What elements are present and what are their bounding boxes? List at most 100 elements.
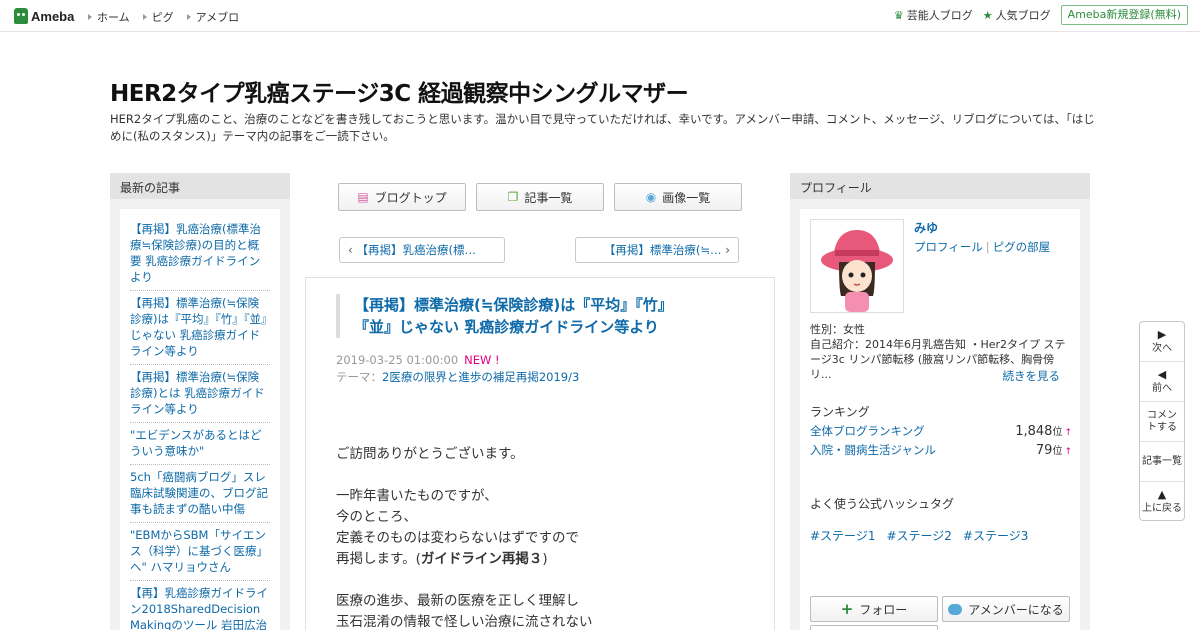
star-icon: ★ [982,8,993,22]
image-list-label: 画像一覧 [662,190,711,205]
body-paragraph: 一昨年書いたものですが、 今のところ、 定義そのものは変わらないはずですので 再… [336,486,736,570]
celebrity-blog-label: 芸能人ブログ [906,9,973,22]
nav-home[interactable]: ホーム [88,9,130,25]
rank-up-icon: ↑ [1064,428,1072,438]
back-to-top-button[interactable]: ▲ 上に戻る [1140,482,1184,522]
nav-ameblo-label: アメブロ [195,11,240,24]
prev-button[interactable]: ◀ 前へ [1140,362,1184,402]
hashtag-link[interactable]: #ステージ2 [886,527,951,544]
global-nav: ホーム ピグ アメブロ [88,9,252,25]
profile-heading: プロフィール [790,173,1090,199]
celebrity-blog-link[interactable]: ♛ 芸能人ブログ [894,7,973,23]
profile-name[interactable]: みゆ [914,219,938,236]
body-line: 一昨年書いたものですが、 [336,488,498,504]
camera-icon: ◉ [645,190,657,204]
read-more-link[interactable]: 続きを見る [1003,368,1061,384]
ranking-label[interactable]: 全体ブログランキング [810,423,925,439]
ranking-unit: 位 [1052,427,1063,438]
nav-pigg[interactable]: ピグ [142,9,174,25]
register-button[interactable]: Ameba新規登録(無料) [1060,5,1188,25]
nav-ameblo[interactable]: アメブロ [186,9,240,25]
ranking-label[interactable]: 入院・闘病生活ジャンル [810,442,936,458]
comment-button[interactable]: コメントする [1140,402,1184,442]
entry-date: 2019-03-25 01:00:00 [336,353,459,367]
pigg-room-link[interactable]: ピグの部屋 [993,240,1051,254]
theme-link[interactable]: 2医療の限界と進歩の補足再掲2019/3 [382,370,579,384]
ranking-unit: 位 [1052,446,1063,457]
recent-articles-list: 【再掲】乳癌治療(標準治療≒保険診療)の目的と概要 乳癌診療ガイドラインより 【… [120,209,280,630]
list-item[interactable]: 【再掲】標準治療(≒保険診療)とは 乳癌診療ガイドライン等より [130,365,270,423]
blog-top-button[interactable]: ▤ ブログトップ [338,183,466,211]
ranking-row: 入院・闘病生活ジャンル 79位 ↑ [810,442,1072,458]
play-left-icon: ◀ [1157,367,1167,381]
article: 【再掲】標準治療(≒保険診療)は『平均』『竹』『並』じゃない 乳癌診療ガイドライ… [305,277,775,630]
body-line: 医療の進歩、最新の医療を正しく理解し [336,593,579,609]
blog-top-label: ブログトップ [374,190,447,205]
ameba-logo[interactable]: Ameba [14,7,74,25]
body-line: 玉石混淆の情報で怪しい治療に流されない [336,614,593,630]
hashtag-heading: よく使う公式ハッシュタグ [810,497,955,511]
entry-title[interactable]: 【再掲】標準治療(≒保険診療)は『平均』『竹』『並』じゃない 乳癌診療ガイドライ… [336,294,696,338]
profile-link[interactable]: プロフィール [914,240,983,254]
theme-label: テーマ： [336,370,382,384]
blog-description: HER2タイプ乳癌のこと、治療のことなどを書き残しておこうと思います。温かい目で… [110,112,1095,143]
hashtag-link[interactable]: #ステージ3 [963,527,1028,544]
recent-articles-panel: 最新の記事 【再掲】乳癌治療(標準治療≒保険診療)の目的と概要 乳癌診療ガイドラ… [110,173,290,630]
ranking-heading: ランキング [810,405,870,419]
global-header: Ameba ホーム ピグ アメブロ ♛ 芸能人ブログ ★ 人気ブログ Ameba新規… [0,0,1200,32]
prev-article-label: 【再掲】乳癌治療(標… [356,243,476,257]
blog-title[interactable]: HER2タイプ乳癌ステージ3C 経過観察中シングルマザー [110,74,689,108]
article-list-button[interactable]: ❐ 記事一覧 [476,183,604,211]
popular-blog-link[interactable]: ★ 人気ブログ [983,7,1051,23]
chevron-right-icon: › [725,243,730,257]
hashtag-list: #ステージ1 #ステージ2 #ステージ3 [810,527,1039,544]
play-right-icon: ▶ [1157,327,1167,341]
profile-panel: プロフィール みゆ プロフィール | ピグの部屋 性別：女性 自己紹介：2014年6… [790,173,1090,630]
profile-links: プロフィール | ピグの部屋 [914,239,1050,255]
profile-gender: 性別：女性 [810,323,865,336]
nav-home-label: ホーム [97,11,130,24]
amember-button[interactable]: アメンバーになる [942,596,1070,622]
popular-blog-label: 人気ブログ [995,9,1051,22]
plus-icon: + [840,600,854,618]
floating-nav: ▶ 次へ ◀ 前へ コメントする 記事一覧 ▲ 上に戻る [1139,321,1185,521]
triangle-right-icon [186,14,191,20]
triangle-right-icon [88,14,92,20]
prev-article-button[interactable]: ‹ 【再掲】乳癌治療(標… [339,237,505,263]
rank-up-icon: ↑ [1064,447,1072,457]
body-line: 定義そのものは変わらないはずですので [336,530,579,546]
entry-body: ご訪問ありがとうございます。 一昨年書いたものですが、 今のところ、 定義そのも… [336,444,736,630]
blog-top-icon: ▤ [357,190,369,204]
nav-pigg-label: ピグ [151,11,174,24]
next-article-button[interactable]: 【再掲】標準治療(≒… › [575,237,739,263]
list-item[interactable]: 【再掲】乳癌治療(標準治療≒保険診療)の目的と概要 乳癌診療ガイドラインより [130,217,270,291]
chevron-left-icon: ‹ [348,243,353,257]
list-item[interactable]: "EBMからSBM「サイエンス（科学）に基づく医療」へ" ハマリョウさん [130,523,270,581]
back-to-top-label: 上に戻る [1142,503,1182,514]
separator: | [985,240,990,254]
next-button[interactable]: ▶ 次へ [1140,322,1184,362]
logo-text: Ameba [31,8,75,24]
article-list-icon: ❐ [507,190,519,204]
next-label: 次へ [1152,342,1172,354]
avatar-image [821,230,893,312]
list-item[interactable]: "エビデンスがあるとはどういう意味か" [130,423,270,465]
follow-button[interactable]: + フォロー [810,596,938,622]
speech-bubble-icon [948,603,963,615]
list-item[interactable]: 【再】乳癌診療ガイドライン2018SharedDecisionMakingのツー… [130,581,270,630]
more-button[interactable] [810,625,938,630]
body-bold: ガイドライン再掲３ [420,551,543,567]
ranking-value: 79 [1035,443,1053,458]
article-list-float-button[interactable]: 記事一覧 [1140,442,1184,482]
prev-label: 前へ [1152,382,1172,394]
avatar[interactable] [810,219,904,313]
body-line: 今のところ、 [336,509,417,525]
article-list-float-label: 記事一覧 [1142,455,1182,467]
hashtag-link[interactable]: #ステージ1 [810,527,875,544]
ranking-row: 全体ブログランキング 1,848位 ↑ [810,423,1072,439]
image-list-button[interactable]: ◉ 画像一覧 [614,183,742,211]
list-item[interactable]: 5ch「癌闘病ブログ」スレ臨床試験関連の、ブログ記事も読まずの酷い中傷 [130,465,270,523]
recent-articles-heading: 最新の記事 [110,173,290,199]
comment-label: コメントする [1147,409,1177,433]
list-item[interactable]: 【再掲】標準治療(≒保険診療)は『平均』『竹』『並』じゃない 乳癌診療ガイドライ… [130,291,270,365]
